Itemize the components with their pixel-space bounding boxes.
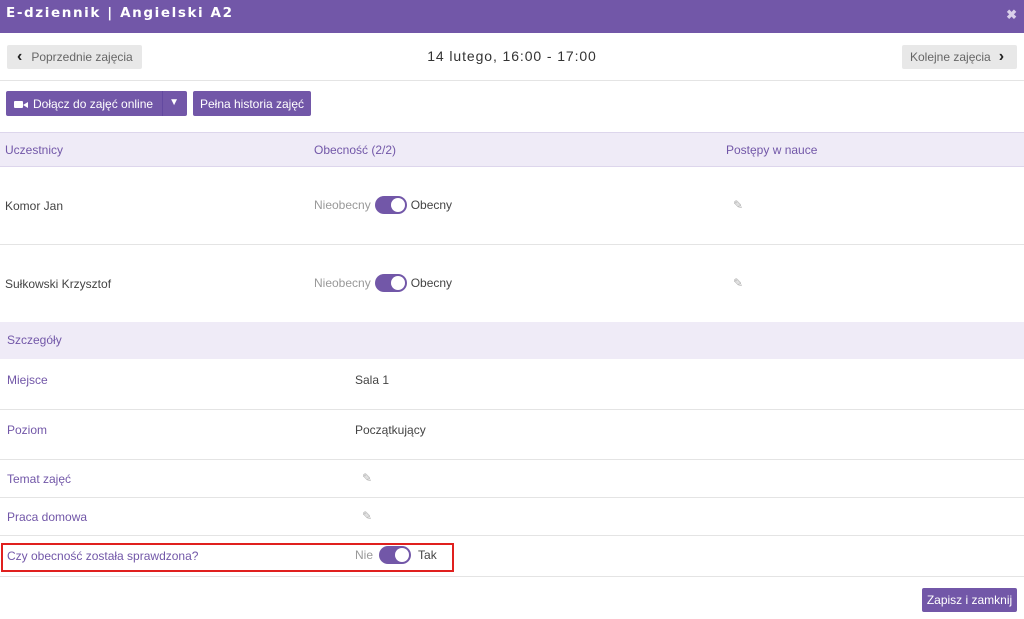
participants-header: Uczestnicy Obecność (2/2) Postępy w nauc… bbox=[0, 132, 1024, 167]
topic-label: Temat zajęć bbox=[7, 472, 72, 486]
attendance-toggle-group: Nieobecny Obecny bbox=[314, 274, 452, 292]
full-history-button[interactable]: Pełna historia zajęć bbox=[193, 91, 311, 116]
attendance-toggle[interactable] bbox=[374, 196, 407, 214]
homework-label: Praca domowa bbox=[7, 510, 88, 524]
full-history-label: Pełna historia zajęć bbox=[199, 96, 305, 111]
video-camera-icon bbox=[14, 99, 28, 109]
pencil-icon[interactable]: ✎ bbox=[362, 509, 372, 523]
detail-row-topic: Temat zajęć ✎ bbox=[0, 460, 1024, 497]
progress-column-header: Postępy w nauce bbox=[726, 143, 818, 157]
next-lesson-button[interactable]: Kolejne zajęcia › bbox=[902, 45, 1017, 69]
save-and-close-button[interactable]: Zapisz i zamknij bbox=[922, 588, 1017, 612]
detail-row-homework: Praca domowa ✎ bbox=[0, 498, 1024, 535]
absent-label: Nieobecny bbox=[314, 198, 371, 212]
attendance-toggle[interactable] bbox=[374, 274, 407, 292]
participant-name: Komor Jan bbox=[5, 199, 64, 213]
details-header: Szczegóły bbox=[0, 322, 1024, 359]
join-online-button[interactable]: Dołącz do zajęć online ▼ bbox=[6, 91, 187, 116]
level-label: Poziom bbox=[7, 423, 48, 437]
participant-row: Sułkowski Krzysztof Nieobecny Obecny ✎ bbox=[0, 245, 1024, 322]
divider bbox=[0, 80, 1024, 81]
participant-name: Sułkowski Krzysztof bbox=[5, 277, 112, 291]
detail-row-level: Poziom Początkujący bbox=[0, 410, 1024, 459]
chevron-right-icon: › bbox=[998, 48, 1005, 65]
place-label: Miejsce bbox=[7, 373, 48, 387]
pencil-icon[interactable]: ✎ bbox=[733, 276, 743, 290]
detail-row-place: Miejsce Sala 1 bbox=[0, 359, 1024, 409]
join-online-label: Dołącz do zajęć online bbox=[33, 96, 154, 111]
lesson-date-title: 14 lutego, 16:00 - 17:00 bbox=[427, 48, 597, 64]
title-bar: E-dziennik | Angielski A2 ✖ bbox=[0, 0, 1024, 33]
attendance-toggle-group: Nieobecny Obecny bbox=[314, 196, 452, 214]
attendance-column-header: Obecność (2/2) bbox=[314, 143, 397, 157]
chevron-down-icon[interactable]: ▼ bbox=[169, 97, 179, 108]
highlight-box bbox=[1, 543, 454, 572]
pencil-icon[interactable]: ✎ bbox=[733, 198, 743, 212]
absent-label: Nieobecny bbox=[314, 276, 371, 290]
details-title: Szczegóły bbox=[7, 333, 62, 347]
place-value: Sala 1 bbox=[355, 373, 390, 387]
toggle-knob bbox=[390, 276, 405, 290]
pencil-icon[interactable]: ✎ bbox=[362, 471, 372, 485]
participant-row: Komor Jan Nieobecny Obecny ✎ bbox=[0, 167, 1024, 244]
window-title: E-dziennik | Angielski A2 bbox=[6, 5, 234, 21]
next-lesson-label: Kolejne zajęcia bbox=[910, 50, 991, 64]
present-label: Obecny bbox=[410, 276, 453, 290]
divider bbox=[0, 576, 1024, 577]
close-icon[interactable]: ✖ bbox=[1006, 7, 1017, 23]
toggle-knob bbox=[390, 198, 405, 212]
present-label: Obecny bbox=[410, 198, 453, 212]
level-value: Początkujący bbox=[355, 423, 426, 437]
participants-column-header: Uczestnicy bbox=[5, 143, 64, 157]
